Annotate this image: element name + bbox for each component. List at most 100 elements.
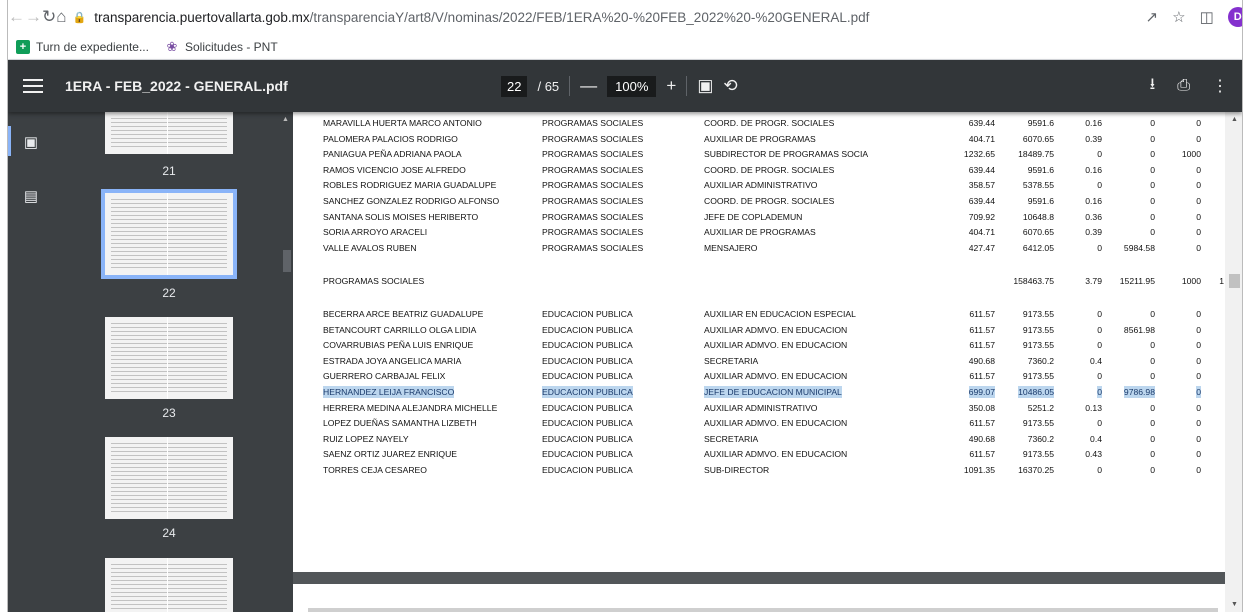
outline-icon[interactable]: ▤ <box>22 187 40 205</box>
thumbnail-page[interactable] <box>105 437 233 519</box>
pdf-toolbar: 1ERA - FEB_2022 - GENERAL.pdf 22 / 65 — … <box>8 60 1242 112</box>
employee-name: BETANCOURT CARRILLO OLGA LIDIA <box>323 324 477 335</box>
value-cell: 1000 <box>1181 276 1201 286</box>
scroll-down-icon[interactable]: ▼ <box>1231 601 1238 608</box>
share-icon[interactable]: ↗ <box>1146 8 1159 26</box>
fit-page-icon[interactable]: ▣ <box>697 76 713 96</box>
reload-icon[interactable]: ↻ <box>42 4 56 30</box>
employee-name: SANTANA SOLIS MOISES HERIBERTO <box>323 211 479 222</box>
lock-icon[interactable]: 🔒 <box>73 11 87 24</box>
thumbnail-label: 21 <box>162 164 176 178</box>
scroll-up-icon[interactable]: ▲ <box>1231 116 1238 123</box>
department: EDUCACION PUBLICA <box>542 309 633 319</box>
job-title: AUXILIAR ADMVO. EN EDUCACION <box>704 340 848 351</box>
page-number-input[interactable]: 22 <box>501 75 528 97</box>
pdf-sidebar: ▣ ▤ 21 22 23 24 ▲ <box>8 112 293 612</box>
pdf-viewer: MARAVILLA HUERTA MARCO ANTONIO PROGRAMAS … <box>293 112 1242 612</box>
value-cell: 0 <box>1196 355 1201 366</box>
value-cell: 0 <box>1150 418 1155 429</box>
employee-name: ESTRADA JOYA ANGELICA MARIA <box>323 355 462 366</box>
job-title: SUBDIRECTOR DE PROGRAMAS SOCIA <box>704 149 869 160</box>
forward-arrow-icon[interactable]: → <box>25 4 42 30</box>
sidebar-scrollbar[interactable]: ▲ <box>281 112 293 612</box>
value-cell: 0.13 <box>1085 402 1102 413</box>
bookmark-pnt[interactable]: ❀ Solicitudes - PNT <box>165 38 278 54</box>
department: EDUCACION PUBLICA <box>542 418 633 429</box>
value-cell: 0 <box>1150 196 1155 206</box>
value-cell: 3.79 <box>1085 276 1102 286</box>
table-row: LOPEZ DUEÑAS SAMANTHA LIZBETH EDUCACION P… <box>293 417 1225 430</box>
value-cell: 0.4 <box>1090 355 1102 366</box>
more-icon[interactable]: ⋮ <box>1212 76 1228 96</box>
department: PROGRAMAS SOCIALES <box>542 149 644 160</box>
pnt-logo-icon: ❀ <box>166 38 178 54</box>
table-row: COVARRUBIAS PEÑA LUIS ENRIQUE EDUCACION P… <box>293 339 1225 352</box>
value-cell: 9173.55 <box>1022 371 1054 382</box>
table-row: GUERRERO CARBAJAL FELIX EDUCACION PUBLICA… <box>293 370 1225 383</box>
rotate-icon[interactable]: ⟲ <box>723 76 737 96</box>
value-cell: 0 <box>1150 465 1155 475</box>
sidebar-nav: ▣ ▤ <box>8 112 58 612</box>
job-title: AUXILIAR DE PROGRAMAS <box>704 227 816 238</box>
value-cell: 0 <box>1196 196 1201 206</box>
value-cell: 9173.55 <box>1022 324 1054 335</box>
value-cell: 0 <box>1196 449 1201 460</box>
table-row: SANTANA SOLIS MOISES HERIBERTO PROGRAMAS … <box>293 211 1225 224</box>
sheets-plus-icon: + <box>16 39 30 54</box>
zoom-input[interactable]: 100% <box>607 75 657 97</box>
department: PROGRAMAS SOCIALES <box>542 196 644 206</box>
value-cell: 611.57 <box>969 449 995 460</box>
value-cell: 611.57 <box>969 340 995 351</box>
employee-name: COVARRUBIAS PEÑA LUIS ENRIQUE <box>323 340 474 351</box>
vertical-scroll-thumb[interactable] <box>1229 274 1240 288</box>
table-row: SANCHEZ GONZALEZ RODRIGO ALFONSO PROGRAMA… <box>293 195 1225 208</box>
value-cell: 0 <box>1196 324 1201 335</box>
value-cell: 8561.98 <box>1123 324 1155 335</box>
job-title: SUB-DIRECTOR <box>704 465 770 475</box>
thumbnail-page[interactable] <box>105 112 233 154</box>
zoom-in-icon[interactable]: + <box>666 76 676 96</box>
value-cell: 0 <box>1196 164 1201 175</box>
employee-name: PANIAGUA PEÑA ADRIANA PAOLA <box>323 149 462 160</box>
job-title: SECRETARIA <box>704 433 759 444</box>
download-icon[interactable]: ⭳ <box>1150 73 1156 100</box>
browser-actions: ↗ ☆ ◫ D ⋮ <box>1146 7 1242 27</box>
sidepanel-icon[interactable]: ◫ <box>1200 8 1214 26</box>
bookmark-turn[interactable]: + Turn de expediente... <box>16 39 149 54</box>
pdf-page: MARAVILLA HUERTA MARCO ANTONIO PROGRAMAS … <box>293 112 1225 572</box>
employee-name: VALLE AVALOS RUBEN <box>323 242 417 253</box>
department: PROGRAMAS SOCIALES <box>542 180 644 191</box>
department: PROGRAMAS SOCIALES <box>542 133 644 144</box>
value-cell: 7360.2 <box>1027 433 1054 444</box>
value-cell: 18489.75 <box>1018 149 1054 160</box>
horizontal-scrollbar[interactable] <box>308 608 1218 612</box>
table-row: VALLE AVALOS RUBEN PROGRAMAS SOCIALES MENS… <box>293 242 1225 255</box>
value-cell: 404.71 <box>968 227 995 238</box>
table-row: TORRES CEJA CESAREO EDUCACION PUBLICA SUB-… <box>293 464 1225 477</box>
scroll-up-icon[interactable]: ▲ <box>282 116 289 123</box>
value-cell: 16370.25 <box>1018 465 1054 475</box>
profile-avatar[interactable]: D <box>1227 7 1242 27</box>
table-row: ESTRADA JOYA ANGELICA MARIA EDUCACION PUB… <box>293 355 1225 368</box>
vertical-scrollbar[interactable]: ▲ ▼ <box>1225 112 1242 612</box>
bookmark-label: Solicitudes - PNT <box>184 39 278 54</box>
thumbnails-icon[interactable]: ▣ <box>22 133 40 151</box>
thumbnail-page[interactable] <box>105 558 233 612</box>
value-cell: 0 <box>1097 309 1102 319</box>
value-cell: 0.39 <box>1085 227 1102 238</box>
value-cell: 9591.6 <box>1027 118 1054 128</box>
url-field[interactable]: 🔒 transparencia.puertovallarta.gob.mx/tr… <box>73 4 1138 30</box>
department: PROGRAMAS SOCIALES <box>542 118 644 128</box>
star-icon[interactable]: ☆ <box>1172 8 1185 26</box>
thumbnail-page[interactable] <box>105 317 233 399</box>
menu-icon[interactable] <box>23 79 43 93</box>
thumbnail-page-selected[interactable] <box>101 189 237 279</box>
employee-name: MARAVILLA HUERTA MARCO ANTONIO <box>323 118 482 128</box>
back-arrow-icon[interactable]: ← <box>8 4 25 30</box>
home-icon[interactable]: ⌂ <box>56 4 66 30</box>
value-cell: 0 <box>1097 386 1102 398</box>
sidebar-scroll-thumb[interactable] <box>283 250 291 272</box>
value-cell: 0 <box>1097 371 1102 382</box>
print-icon[interactable]: ⎙ <box>1177 77 1190 95</box>
zoom-out-icon[interactable]: — <box>580 76 597 96</box>
